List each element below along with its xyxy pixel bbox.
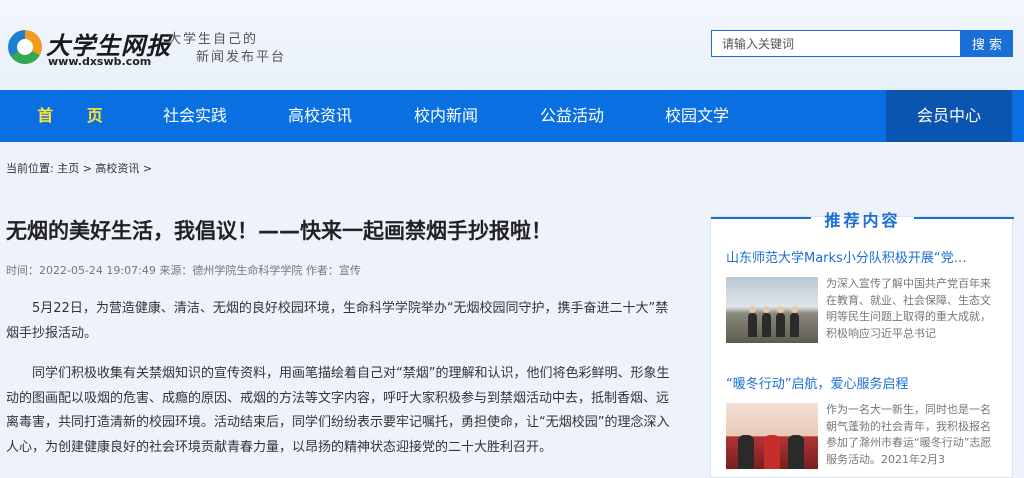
recommended-link[interactable]: 山东师范大学Marks小分队积极开展“党… xyxy=(726,247,1006,266)
article-paragraph: 同学们积极收集有关禁烟知识的宣传资料，用画笔描绘着自己对“禁烟”的理解和认识，他… xyxy=(6,366,670,455)
recommended-desc: 作为一名大一新生，同时也是一名朝气蓬勃的社会青年，我积极报名参加了滁州市春运“暖… xyxy=(826,403,992,466)
nav-item-campus-literature[interactable]: 校园文学 xyxy=(647,90,747,142)
nav-item-home[interactable]: 首 页 xyxy=(20,90,120,142)
recommended-title: 推荐内容 xyxy=(824,211,901,230)
article-meta: 时间：2022-05-24 19:07:49 来源：德州学院生命科学学院 作者：… xyxy=(6,264,361,277)
person-figure xyxy=(762,306,771,337)
search-input[interactable] xyxy=(711,30,961,57)
slogan-line2: 新闻发布平台 xyxy=(196,50,287,65)
article-title: 无烟的美好生活，我倡议！——快来一起画禁烟手抄报啦！ xyxy=(6,219,552,243)
article-paragraph: 5月22日，为营造健康、清洁、无烟的良好校园环境，生命科学学院举办“无烟校园同守… xyxy=(6,301,669,341)
recommended-link[interactable]: “暖冬行动”启航，爱心服务启程 xyxy=(726,373,1006,392)
nav-item-charity[interactable]: 公益活动 xyxy=(522,90,622,142)
person-figure xyxy=(788,435,804,469)
person-figure xyxy=(764,435,780,469)
recommended-panel: 推荐内容 山东师范大学Marks小分队积极开展“党… 为深入宣传了解中国共产党百… xyxy=(710,211,1014,478)
person-figure xyxy=(748,306,757,337)
member-center-button[interactable]: 会员中心 xyxy=(886,90,1012,142)
person-figure xyxy=(790,306,799,337)
nav-item-social-practice[interactable]: 社会实践 xyxy=(145,90,245,142)
slogan-line1: 大学生自己的 xyxy=(168,32,259,47)
recommended-header: 推荐内容 xyxy=(711,211,1014,239)
nav-item-campus-news[interactable]: 校内新闻 xyxy=(396,90,496,142)
person-figure xyxy=(738,435,754,469)
logo-mark-icon xyxy=(8,30,42,64)
logo-url: www.dxswb.com xyxy=(48,55,152,68)
main-nav: 首 页 社会实践 高校资讯 校内新闻 公益活动 校园文学 会员中心 xyxy=(0,90,1024,142)
active-nav-indicator xyxy=(313,134,329,142)
breadcrumb[interactable]: 当前位置: 主页 > 高校资讯 > xyxy=(6,160,152,176)
site-header: 大学生网报 www.dxswb.com 大学生自己的 新闻发布平台 搜 索 xyxy=(0,0,1024,90)
search-button[interactable]: 搜 索 xyxy=(961,30,1013,57)
recommended-thumbnail[interactable] xyxy=(726,277,818,343)
recommended-desc: 为深入宣传了解中国共产党百年来在教育、就业、社会保障、生态文明等民生问题上取得的… xyxy=(826,277,991,340)
site-logo[interactable]: 大学生网报 www.dxswb.com 大学生自己的 新闻发布平台 xyxy=(8,22,298,72)
person-figure xyxy=(776,306,785,337)
recommended-thumbnail[interactable] xyxy=(726,403,818,469)
